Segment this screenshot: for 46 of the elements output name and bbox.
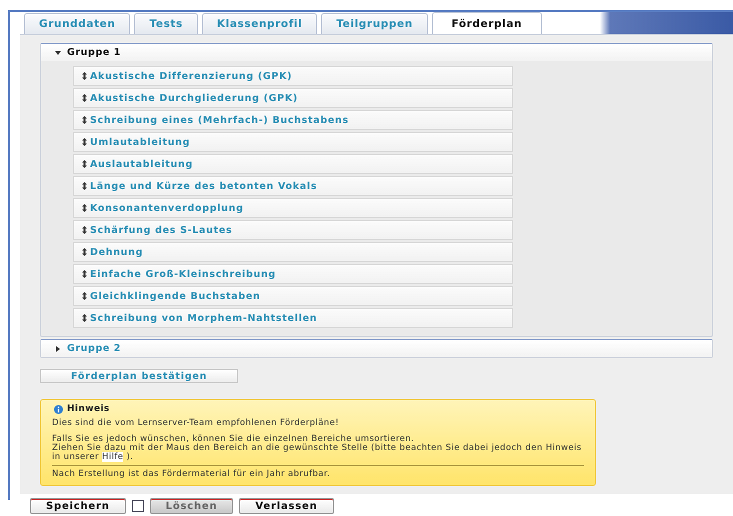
group-title: Gruppe 2 (67, 343, 122, 354)
tab[interactable]: Klassenprofil (202, 13, 318, 34)
hint-text: Falls Sie es jedoch wünschen, können Sie die einzelnen Bereiche umsortieren. (52, 435, 414, 444)
caret-right-icon (55, 346, 61, 352)
tab[interactable]: Teilgruppen (321, 13, 428, 34)
drag-handle-icon (82, 270, 87, 278)
drag-handle-icon (82, 94, 87, 102)
sortable-item[interactable]: Schärfung des S-Lautes (73, 220, 513, 240)
sortable-item[interactable]: Länge und Kürze des betonten Vokals (73, 176, 513, 196)
info-icon (54, 404, 63, 414)
group-header[interactable]: Gruppe 2 (41, 340, 712, 357)
sortable-item[interactable]: Auslautableitung (73, 154, 513, 174)
drag-handle-icon (82, 72, 87, 80)
sortable-item[interactable]: Konsonantenverdopplung (73, 198, 513, 218)
caret-down-icon (55, 50, 61, 56)
help-link[interactable]: Hilfe (102, 452, 124, 462)
tab[interactable]: Grunddaten (24, 13, 130, 34)
drag-handle-icon (82, 182, 87, 190)
action-button[interactable]: Verlassen (239, 498, 334, 514)
drag-handle-icon (82, 138, 87, 146)
hint-title: Hinweis (67, 404, 110, 414)
confirm-button[interactable]: Förderplan bestätigen (40, 369, 238, 383)
drag-handle-icon (82, 314, 87, 322)
drag-handle-icon (82, 226, 87, 234)
group-title: Gruppe 1 (67, 47, 122, 58)
checkbox[interactable] (132, 500, 144, 512)
drag-handle-icon (82, 160, 87, 168)
sortable-item[interactable]: Akustische Differenzierung (GPK) (73, 66, 513, 86)
sortable-item[interactable]: Umlautableitung (73, 132, 513, 152)
hint-text: Dies sind die vom Lernserver-Team empfohlenen Förderpläne! (52, 419, 340, 428)
sortable-item[interactable]: Dehnung (73, 242, 513, 262)
sortable-item[interactable]: Schreibung von Morphem-Nahtstellen (73, 308, 513, 328)
drag-handle-icon (82, 248, 87, 256)
drag-handle-icon (82, 292, 87, 300)
sortable-item[interactable]: Schreibung eines (Mehrfach-) Buchstabens (73, 110, 513, 130)
drag-handle-icon (82, 116, 87, 124)
action-button[interactable]: Speichern (30, 498, 126, 514)
hint-text: Nach Erstellung ist das Fördermaterial für ein Jahr abrufbar. (52, 470, 332, 479)
sortable-item[interactable]: Akustische Durchgliederung (GPK) (73, 88, 513, 108)
drag-handle-icon (82, 204, 87, 212)
sortable-item[interactable]: Gleichklingende Buchstaben (73, 286, 513, 306)
sortable-item[interactable]: Einfache Groß-Kleinschreibung (73, 264, 513, 284)
tab[interactable]: Förderplan (432, 12, 542, 34)
hint-text: Ziehen Sie dazu mit der Maus den Bereich an die gewünschte Stelle (bitte beachten Sie dabei jedoch den Hinweis in unserer Hilfe ). (52, 444, 583, 462)
group-header[interactable]: Gruppe 1 (41, 44, 712, 61)
tab[interactable]: Tests (134, 13, 198, 34)
